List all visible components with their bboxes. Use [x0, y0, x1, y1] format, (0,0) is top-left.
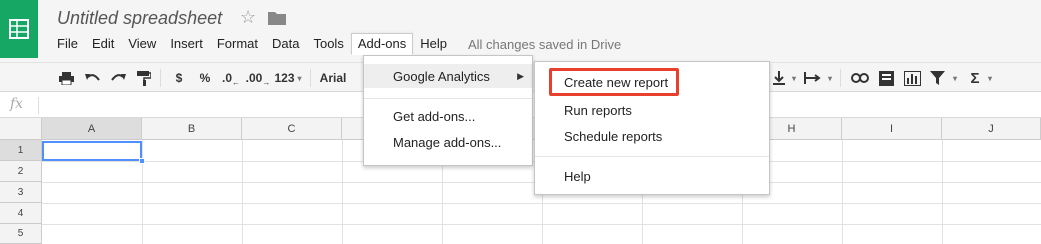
increase-decimals-label: .00 — [245, 71, 263, 85]
star-icon[interactable]: ☆ — [240, 6, 256, 28]
menu-item-label: Manage add-ons... — [393, 134, 502, 150]
fill-handle[interactable] — [139, 158, 145, 164]
menu-separator — [364, 98, 532, 99]
print-icon[interactable] — [58, 69, 74, 87]
sigma-icon[interactable]: Σ — [968, 69, 982, 87]
menu-item-label: Get add-ons... — [393, 108, 476, 124]
menu-item-label: Google Analytics — [393, 68, 490, 84]
arrow-right-icon: → — [262, 77, 271, 87]
grid-line — [942, 140, 943, 244]
filter-icon[interactable] — [929, 69, 945, 87]
row-header[interactable]: 5 — [0, 224, 42, 244]
submenu-arrow-icon: ▶ — [517, 70, 524, 81]
row-header[interactable]: 4 — [0, 203, 42, 224]
menu-edit[interactable]: Edit — [85, 33, 121, 55]
chevron-down-icon[interactable]: ▾ — [826, 69, 834, 87]
row-header[interactable]: 3 — [0, 182, 42, 203]
chevron-down-icon[interactable]: ▾ — [790, 69, 798, 87]
sheets-grid-icon — [9, 19, 29, 39]
selected-cell-a1[interactable] — [42, 141, 142, 161]
menu-item-label: Help — [564, 168, 591, 184]
menu-data[interactable]: Data — [265, 33, 306, 55]
annotation-highlight-box — [549, 68, 679, 96]
save-status: All changes saved in Drive — [468, 36, 622, 52]
document-title[interactable]: Untitled spreadsheet — [57, 8, 222, 29]
percent-format-button[interactable]: % — [197, 69, 213, 87]
increase-decimals-button[interactable]: .00 → — [245, 69, 271, 87]
link-icon[interactable] — [851, 69, 869, 87]
toolbar-divider — [840, 69, 841, 87]
menu-separator — [535, 156, 769, 157]
menu-item-google-analytics[interactable]: Google Analytics ▶ — [364, 64, 532, 88]
column-header[interactable]: C — [242, 118, 342, 140]
row-header[interactable]: 2 — [0, 161, 42, 182]
menu-insert[interactable]: Insert — [163, 33, 210, 55]
addons-menu: Google Analytics ▶ Get add-ons... Manage… — [363, 55, 533, 166]
column-header[interactable]: J — [942, 118, 1041, 140]
grid-line — [342, 140, 343, 244]
folder-icon[interactable] — [268, 11, 286, 25]
select-all-corner[interactable] — [0, 118, 42, 140]
app-header: Untitled spreadsheet ☆ File Edit View In… — [0, 0, 1041, 62]
menu-tools[interactable]: Tools — [306, 33, 350, 55]
decrease-decimals-label: .0 — [221, 71, 232, 85]
undo-icon[interactable] — [84, 69, 100, 87]
formula-divider — [38, 97, 39, 114]
redo-icon[interactable] — [110, 69, 126, 87]
comment-icon[interactable] — [878, 69, 894, 87]
currency-format-button[interactable]: $ — [172, 69, 186, 87]
menu-item-label: Schedule reports — [564, 128, 663, 144]
column-header[interactable]: B — [142, 118, 242, 140]
chevron-down-icon[interactable]: ▾ — [986, 69, 994, 87]
menu-view[interactable]: View — [121, 33, 163, 55]
menu-file[interactable]: File — [50, 33, 85, 55]
fx-icon: fx — [10, 96, 24, 112]
menu-item-get-addons[interactable]: Get add-ons... — [364, 104, 532, 128]
toolbar-divider — [160, 69, 161, 87]
grid-line — [842, 140, 843, 244]
google-analytics-submenu: Create new report Run reports Schedule r… — [534, 61, 770, 195]
more-formats-label: 123 — [274, 71, 295, 85]
menu-addons[interactable]: Add-ons — [350, 33, 414, 55]
sheets-logo[interactable] — [0, 0, 38, 58]
arrow-left-icon: ← — [232, 77, 240, 87]
menu-item-schedule-reports[interactable]: Schedule reports — [535, 124, 769, 148]
chart-icon[interactable] — [903, 69, 921, 87]
grid-line — [242, 140, 243, 244]
more-formats-button[interactable]: 123 ▾ — [272, 69, 304, 87]
decrease-decimals-button[interactable]: .0 ← — [221, 69, 241, 87]
menu-item-help[interactable]: Help — [535, 164, 769, 188]
paint-format-icon[interactable] — [136, 69, 152, 87]
vertical-align-icon[interactable] — [773, 69, 785, 87]
menu-format[interactable]: Format — [210, 33, 265, 55]
font-family-select[interactable]: Arial — [318, 69, 348, 87]
row-header[interactable]: 1 — [0, 140, 42, 161]
menu-help[interactable]: Help — [413, 33, 454, 55]
text-wrap-icon[interactable] — [804, 69, 822, 87]
menu-item-label: Run reports — [564, 102, 632, 118]
column-header[interactable]: A — [42, 118, 142, 140]
grid-line — [142, 140, 143, 244]
column-header[interactable]: I — [842, 118, 942, 140]
menubar: File Edit View Insert Format Data Tools … — [50, 33, 621, 55]
menu-item-manage-addons[interactable]: Manage add-ons... — [364, 130, 532, 154]
menu-item-run-reports[interactable]: Run reports — [535, 98, 769, 122]
chevron-down-icon[interactable]: ▾ — [951, 69, 959, 87]
toolbar-divider — [310, 69, 311, 87]
chevron-down-icon: ▾ — [297, 73, 302, 83]
